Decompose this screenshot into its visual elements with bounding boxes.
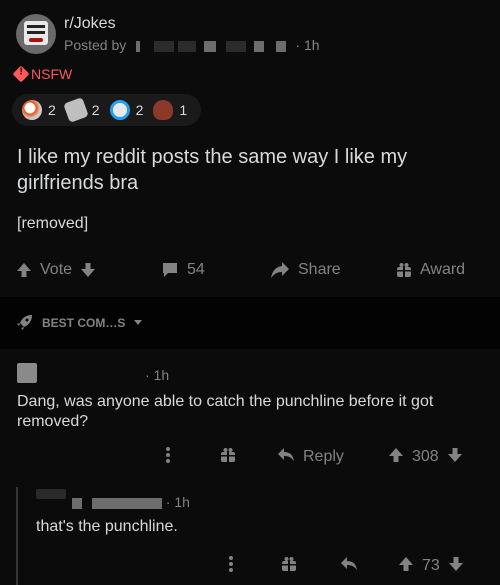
comments-count: 54: [187, 261, 205, 278]
downvote-icon[interactable]: [448, 556, 464, 577]
downvote-icon[interactable]: [447, 447, 463, 468]
comments-button[interactable]: 54: [161, 252, 205, 288]
reply-button[interactable]: Reply: [277, 442, 344, 472]
vote-control: Vote: [16, 252, 96, 288]
award-count: 1: [179, 102, 188, 118]
s-award-icon: [109, 100, 130, 120]
comment-time: · 1h: [165, 494, 190, 510]
subreddit-name[interactable]: r/Jokes: [64, 15, 116, 33]
comment-actions: 73: [0, 551, 500, 581]
reply-label: Reply: [303, 448, 344, 465]
comment-text: Dang, was anyone able to catch the punch…: [17, 393, 434, 430]
post-card: r/Jokes Posted by · 1h NSFW 2 2 2 1 I li…: [0, 0, 500, 297]
award-button[interactable]: [220, 442, 236, 472]
post-body: [removed]: [17, 215, 89, 232]
redacted-username: [177, 40, 196, 52]
subreddit-icon[interactable]: [16, 14, 56, 54]
comment-meta: · 1h: [72, 494, 190, 510]
silver-award-icon: [22, 100, 42, 120]
award-label: Award: [420, 261, 466, 278]
awards-bar[interactable]: 2 2 2 1: [12, 94, 202, 126]
award-count: 2: [91, 102, 100, 118]
comments-section: · 1h Dang, was anyone able to catch the …: [0, 349, 500, 585]
award-count: 2: [135, 102, 144, 118]
award-count: 2: [48, 102, 56, 118]
nsfw-tag: NSFW: [12, 65, 73, 83]
comment-vote-control: 308: [388, 442, 463, 472]
redacted-username: [275, 40, 286, 52]
gift-icon: [396, 262, 412, 278]
comment-score: 308: [412, 448, 439, 465]
nsfw-icon: [12, 65, 30, 83]
redacted-username: [72, 497, 82, 509]
gift-icon: [281, 556, 297, 577]
comment-time: · 1h: [145, 367, 170, 383]
reply-icon: [277, 447, 295, 468]
downvote-icon[interactable]: [80, 262, 96, 278]
gift-icon: [220, 447, 236, 468]
more-options-button[interactable]: [165, 442, 171, 472]
upvote-icon[interactable]: [16, 262, 32, 278]
comment-actions: Reply 308: [0, 442, 500, 472]
avatar[interactable]: [36, 489, 66, 499]
share-icon: [270, 261, 290, 279]
chevron-down-icon: [133, 316, 143, 330]
award-button[interactable]: Award: [396, 252, 465, 288]
redacted-username: [225, 40, 246, 52]
redacted-username: [203, 40, 216, 52]
reply-button[interactable]: [340, 551, 358, 581]
vote-label: Vote: [40, 261, 73, 278]
hands-award-icon: [62, 97, 89, 123]
redacted-username: [91, 497, 162, 509]
upvote-icon[interactable]: [388, 447, 404, 468]
redacted-username: [136, 40, 141, 52]
comment-vote-control: 73: [398, 551, 464, 581]
rocket-icon: [16, 313, 34, 334]
comment-text: that's the punchline.: [36, 518, 178, 535]
post-title[interactable]: I like my reddit posts the same way I li…: [17, 144, 487, 196]
reply-icon: [340, 556, 358, 577]
posted-by-label: Posted by: [64, 37, 127, 53]
redacted-username: [253, 40, 264, 52]
upvote-icon[interactable]: [398, 556, 414, 577]
sort-label: BEST COM…S: [42, 316, 126, 330]
comment-score: 73: [422, 557, 440, 574]
post-time: · 1h: [295, 37, 320, 53]
more-options-button[interactable]: [228, 551, 234, 581]
kebab-icon: [165, 446, 171, 469]
avatar[interactable]: [17, 363, 37, 383]
share-label: Share: [298, 261, 341, 278]
redacted-username: [154, 40, 175, 52]
poop-award-icon: [153, 100, 174, 120]
kebab-icon: [228, 555, 234, 578]
share-button[interactable]: Share: [270, 252, 341, 288]
sort-selector[interactable]: BEST COM…S: [0, 297, 500, 349]
post-actions: Vote 54 Share Award: [0, 252, 500, 288]
award-button[interactable]: [281, 551, 297, 581]
post-meta: Posted by · 1h: [64, 37, 320, 53]
comment-icon: [161, 261, 179, 279]
nsfw-label: NSFW: [31, 66, 73, 82]
